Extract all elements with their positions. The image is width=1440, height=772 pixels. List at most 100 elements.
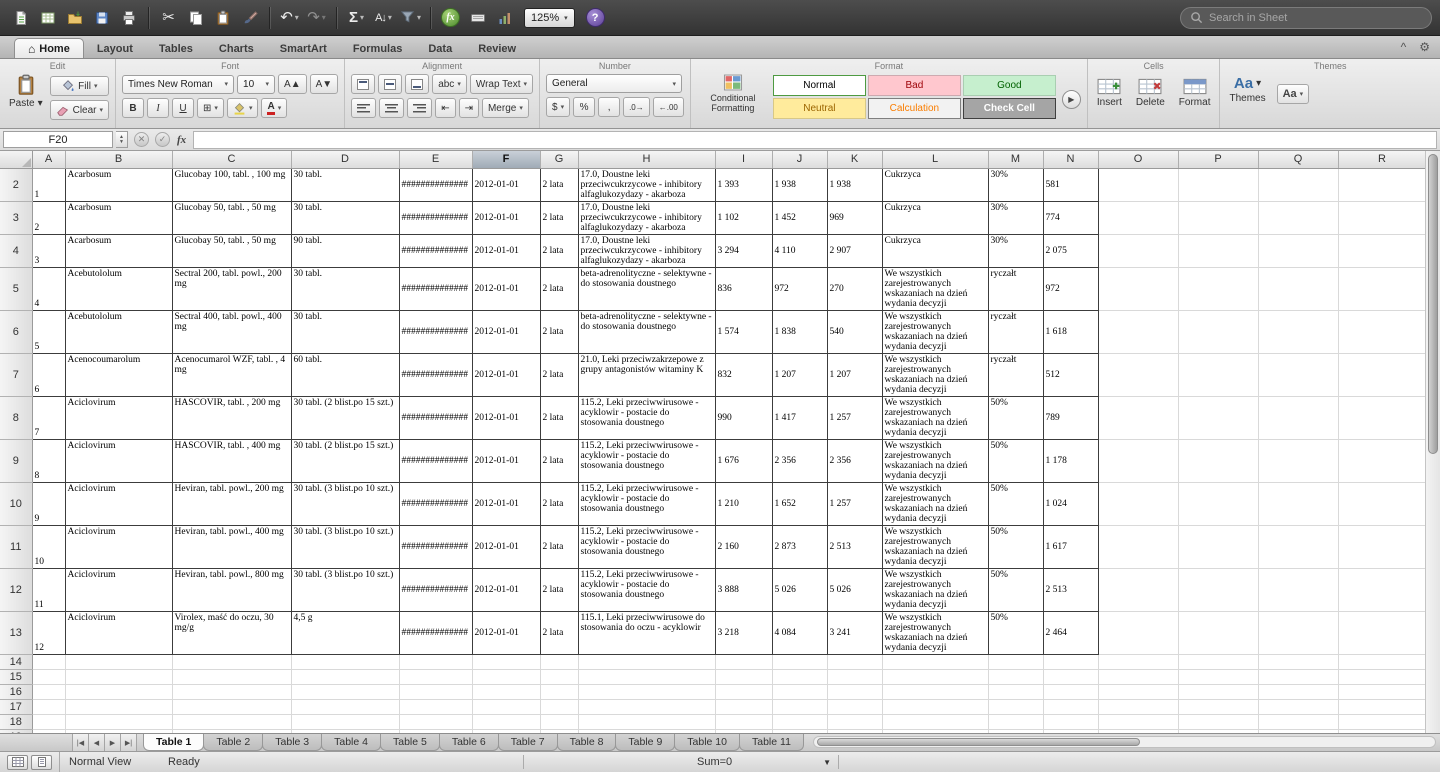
cell-D5[interactable]: 30 tabl. xyxy=(291,267,399,310)
delete-cells-button[interactable]: Delete xyxy=(1133,78,1168,108)
column-header-D[interactable]: D xyxy=(291,151,399,168)
cell-F16[interactable] xyxy=(472,684,540,699)
cell-K4[interactable]: 2 907 xyxy=(827,234,882,267)
cell-H8[interactable]: 115.2, Leki przeciwwirusowe - acyklowir … xyxy=(578,396,715,439)
import-button[interactable] xyxy=(62,5,87,31)
cell-N6[interactable]: 1 618 xyxy=(1043,310,1098,353)
row-header-5[interactable]: 5 xyxy=(0,267,32,310)
row-header-17[interactable]: 17 xyxy=(0,699,32,714)
cell-L8[interactable]: We wszystkich zarejestrowanych wskazania… xyxy=(882,396,988,439)
cell-N16[interactable] xyxy=(1043,684,1098,699)
cell-P8[interactable] xyxy=(1178,396,1258,439)
cell-A2[interactable]: 1 xyxy=(32,168,65,201)
cell-C6[interactable]: Sectral 400, tabl. powl., 400 mg xyxy=(172,310,291,353)
cell-O11[interactable] xyxy=(1098,525,1178,568)
cell-E15[interactable] xyxy=(399,669,472,684)
cell-N2[interactable]: 581 xyxy=(1043,168,1098,201)
column-header-A[interactable]: A xyxy=(32,151,65,168)
cell-K18[interactable] xyxy=(827,714,882,729)
cell-A18[interactable] xyxy=(32,714,65,729)
help-button[interactable]: ? xyxy=(586,8,605,27)
print-button[interactable] xyxy=(116,5,141,31)
cell-H14[interactable] xyxy=(578,654,715,669)
gallery-button[interactable] xyxy=(492,5,517,31)
cell-H19[interactable] xyxy=(578,729,715,733)
cell-D11[interactable]: 30 tabl. (3 blist.po 10 szt.) xyxy=(291,525,399,568)
cell-M8[interactable]: 50% xyxy=(988,396,1043,439)
cell-D4[interactable]: 90 tabl. xyxy=(291,234,399,267)
cell-L3[interactable]: Cukrzyca xyxy=(882,201,988,234)
cell-H15[interactable] xyxy=(578,669,715,684)
cell-M10[interactable]: 50% xyxy=(988,482,1043,525)
font-family-select[interactable]: Times New Roman▾ xyxy=(122,75,234,94)
align-left-button[interactable] xyxy=(351,98,376,118)
align-bottom-button[interactable] xyxy=(405,74,429,94)
cell-Q14[interactable] xyxy=(1258,654,1338,669)
cell-G4[interactable]: 2 lata xyxy=(540,234,578,267)
cell-H3[interactable]: 17.0, Doustne leki przeciwcukrzycowe - i… xyxy=(578,201,715,234)
cell-G12[interactable]: 2 lata xyxy=(540,568,578,611)
cell-G13[interactable]: 2 lata xyxy=(540,611,578,654)
cell-I3[interactable]: 1 102 xyxy=(715,201,772,234)
cell-D16[interactable] xyxy=(291,684,399,699)
formula-input[interactable] xyxy=(193,131,1437,149)
italic-button[interactable]: I xyxy=(147,98,169,118)
cell-R6[interactable] xyxy=(1338,310,1426,353)
font-color-button[interactable]: A▾ xyxy=(261,98,287,118)
cell-F8[interactable]: 2012-01-01 xyxy=(472,396,540,439)
undo-button[interactable]: ↶▾ xyxy=(277,5,302,31)
cell-O5[interactable] xyxy=(1098,267,1178,310)
cell-M11[interactable]: 50% xyxy=(988,525,1043,568)
cell-E10[interactable]: ############## xyxy=(399,482,472,525)
cell-O16[interactable] xyxy=(1098,684,1178,699)
cell-M7[interactable]: ryczałt xyxy=(988,353,1043,396)
new-workbook-button[interactable] xyxy=(8,5,33,31)
search-input[interactable] xyxy=(1209,12,1422,24)
cell-I12[interactable]: 3 888 xyxy=(715,568,772,611)
cell-C15[interactable] xyxy=(172,669,291,684)
cell-F19[interactable] xyxy=(472,729,540,733)
cell-M12[interactable]: 50% xyxy=(988,568,1043,611)
cell-P4[interactable] xyxy=(1178,234,1258,267)
row-header-18[interactable]: 18 xyxy=(0,714,32,729)
cell-B8[interactable]: Aciclovirum xyxy=(65,396,172,439)
filter-button[interactable]: ▾ xyxy=(398,5,423,31)
cell-I18[interactable] xyxy=(715,714,772,729)
increase-font-size-button[interactable]: A▲ xyxy=(278,74,307,94)
next-sheet-button[interactable]: ▶ xyxy=(105,734,121,751)
cell-R17[interactable] xyxy=(1338,699,1426,714)
cell-B12[interactable]: Aciclovirum xyxy=(65,568,172,611)
vertical-scrollbar[interactable] xyxy=(1425,151,1440,733)
clear-button[interactable]: Clear▾ xyxy=(50,100,109,120)
cell-C3[interactable]: Glucobay 50, tabl. , 50 mg xyxy=(172,201,291,234)
row-header-10[interactable]: 10 xyxy=(0,482,32,525)
row-header-16[interactable]: 16 xyxy=(0,684,32,699)
align-right-button[interactable] xyxy=(407,98,432,118)
cell-G18[interactable] xyxy=(540,714,578,729)
cell-P7[interactable] xyxy=(1178,353,1258,396)
column-header-E[interactable]: E xyxy=(399,151,472,168)
cell-N13[interactable]: 2 464 xyxy=(1043,611,1098,654)
cell-E19[interactable] xyxy=(399,729,472,733)
cell-C5[interactable]: Sectral 200, tabl. powl., 200 mg xyxy=(172,267,291,310)
cell-F6[interactable]: 2012-01-01 xyxy=(472,310,540,353)
cell-N15[interactable] xyxy=(1043,669,1098,684)
ribbon-tab-formulas[interactable]: Formulas xyxy=(340,39,416,58)
cell-D15[interactable] xyxy=(291,669,399,684)
cell-H5[interactable]: beta-adrenolityczne - selektywne - do st… xyxy=(578,267,715,310)
cell-A19[interactable] xyxy=(32,729,65,733)
horizontal-scrollbar-thumb[interactable] xyxy=(817,738,1140,746)
cell-G11[interactable]: 2 lata xyxy=(540,525,578,568)
cell-L17[interactable] xyxy=(882,699,988,714)
cell-N5[interactable]: 972 xyxy=(1043,267,1098,310)
cell-G7[interactable]: 2 lata xyxy=(540,353,578,396)
cell-K12[interactable]: 5 026 xyxy=(827,568,882,611)
cell-O13[interactable] xyxy=(1098,611,1178,654)
cell-B13[interactable]: Aciclovirum xyxy=(65,611,172,654)
cell-K11[interactable]: 2 513 xyxy=(827,525,882,568)
sheet-tab-7[interactable]: Table 7 xyxy=(498,734,558,751)
open-workbook-button[interactable] xyxy=(35,5,60,31)
cell-G14[interactable] xyxy=(540,654,578,669)
cell-N19[interactable] xyxy=(1043,729,1098,733)
cell-H6[interactable]: beta-adrenolityczne - selektywne - do st… xyxy=(578,310,715,353)
